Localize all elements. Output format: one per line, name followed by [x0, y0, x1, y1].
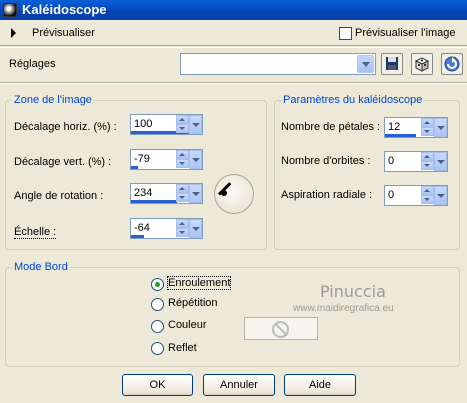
- save-icon: [386, 57, 398, 70]
- expand-preview-icon[interactable]: [11, 28, 16, 38]
- v-offset-level: [131, 166, 139, 169]
- disabled-icon: [272, 321, 289, 338]
- decrement-icon[interactable]: [421, 161, 434, 170]
- preview-label[interactable]: Prévisualiser: [32, 27, 95, 39]
- increment-icon[interactable]: [176, 115, 189, 124]
- rotation-label: Angle de rotation :: [14, 190, 104, 202]
- spinner-buttons[interactable]: [176, 219, 202, 238]
- petals-level: [385, 134, 416, 137]
- radio-wrap[interactable]: [151, 278, 164, 291]
- scale-label-text: Échelle :: [14, 226, 57, 239]
- decrement-icon[interactable]: [176, 228, 189, 237]
- window-title: Kaléidoscope: [22, 2, 107, 17]
- scale-spinner[interactable]: -64: [130, 218, 203, 239]
- save-settings-button[interactable]: [381, 53, 403, 75]
- reset-settings-button[interactable]: [441, 53, 463, 75]
- edge-color-swatch[interactable]: [244, 317, 318, 340]
- orbits-spinner[interactable]: 0: [384, 151, 448, 172]
- chevron-down-icon[interactable]: [357, 55, 374, 73]
- reflect-label[interactable]: Reflet: [168, 342, 197, 354]
- kaleidoscope-icon: [3, 3, 17, 17]
- scale-level: [131, 235, 144, 238]
- radio-repeat[interactable]: [151, 298, 164, 311]
- dice-icon: [414, 57, 430, 72]
- rotation-level: [131, 200, 178, 203]
- increment-icon[interactable]: [421, 152, 434, 161]
- preview-image-label[interactable]: Prévisualiser l'image: [355, 27, 456, 39]
- v-offset-value: -79: [134, 153, 150, 165]
- increment-icon[interactable]: [176, 219, 189, 228]
- chevron-down-icon[interactable]: [434, 118, 447, 137]
- increment-icon[interactable]: [421, 118, 434, 127]
- decrement-icon[interactable]: [421, 195, 434, 204]
- radial-aspiration-spinner[interactable]: 0: [384, 185, 448, 206]
- decrement-icon[interactable]: [176, 159, 189, 168]
- decrement-icon[interactable]: [176, 193, 189, 202]
- radio-reflect[interactable]: [151, 342, 164, 355]
- spinner-buttons[interactable]: [176, 184, 202, 203]
- edge-mode-group: [5, 267, 460, 367]
- increment-icon[interactable]: [176, 150, 189, 159]
- divider: [0, 47, 467, 48]
- spinner-buttons[interactable]: [421, 152, 447, 171]
- spinner-buttons[interactable]: [176, 115, 202, 134]
- rotation-spinner[interactable]: 234: [130, 183, 203, 204]
- increment-icon[interactable]: [421, 186, 434, 195]
- scale-label: Échelle :: [14, 226, 57, 239]
- watermark-url: www.maidiregrafica.eu: [293, 303, 394, 314]
- settings-label: Réglages: [9, 58, 56, 70]
- repeat-label[interactable]: Répétition: [168, 297, 218, 309]
- help-button[interactable]: Aide: [284, 374, 356, 396]
- chevron-down-icon[interactable]: [189, 115, 202, 134]
- h-offset-spinner[interactable]: 100: [130, 114, 203, 135]
- cancel-button[interactable]: Annuler: [203, 374, 275, 396]
- spinner-buttons[interactable]: [421, 118, 447, 137]
- edge-mode-title: Mode Bord: [12, 261, 70, 273]
- wrap-label[interactable]: Enroulement: [166, 276, 232, 290]
- reset-icon: [444, 56, 460, 72]
- radio-color[interactable]: [151, 320, 164, 333]
- spinner-buttons[interactable]: [176, 150, 202, 169]
- chevron-down-icon[interactable]: [189, 184, 202, 203]
- v-offset-label: Décalage vert. (%) :: [14, 156, 112, 168]
- h-offset-label: Décalage horiz. (%) :: [14, 121, 117, 133]
- petals-value: 12: [388, 121, 401, 133]
- ok-button[interactable]: OK: [122, 374, 193, 396]
- dial-knob: [221, 190, 227, 196]
- image-zone-title: Zone de l'image: [12, 94, 94, 106]
- random-settings-button[interactable]: [411, 53, 433, 75]
- radial-aspiration-value: 0: [388, 189, 395, 201]
- h-offset-value: 100: [134, 118, 153, 130]
- scale-value: -64: [134, 222, 150, 234]
- spinner-buttons[interactable]: [421, 186, 447, 205]
- orbits-label: Nombre d'orbites :: [281, 155, 371, 167]
- increment-icon[interactable]: [176, 184, 189, 193]
- chevron-down-icon[interactable]: [434, 152, 447, 171]
- color-label[interactable]: Couleur: [168, 319, 207, 331]
- chevron-down-icon[interactable]: [189, 219, 202, 238]
- rotation-value: 234: [134, 187, 153, 199]
- v-offset-spinner[interactable]: -79: [130, 149, 203, 170]
- watermark-name: Pinuccia: [320, 282, 386, 301]
- chevron-down-icon[interactable]: [434, 186, 447, 205]
- decrement-icon[interactable]: [176, 124, 189, 133]
- decrement-icon[interactable]: [421, 127, 434, 136]
- divider: [0, 83, 467, 84]
- preview-image-checkbox[interactable]: [339, 27, 352, 40]
- petals-spinner[interactable]: 12: [384, 117, 448, 138]
- kaleidoscope-params-title: Paramètres du kaléidoscope: [281, 94, 425, 106]
- orbits-value: 0: [388, 155, 395, 167]
- settings-combo[interactable]: [180, 53, 376, 75]
- radial-aspiration-label: Aspiration radiale :: [281, 189, 373, 201]
- chevron-down-icon[interactable]: [189, 150, 202, 169]
- petals-label: Nombre de pétales :: [281, 121, 381, 133]
